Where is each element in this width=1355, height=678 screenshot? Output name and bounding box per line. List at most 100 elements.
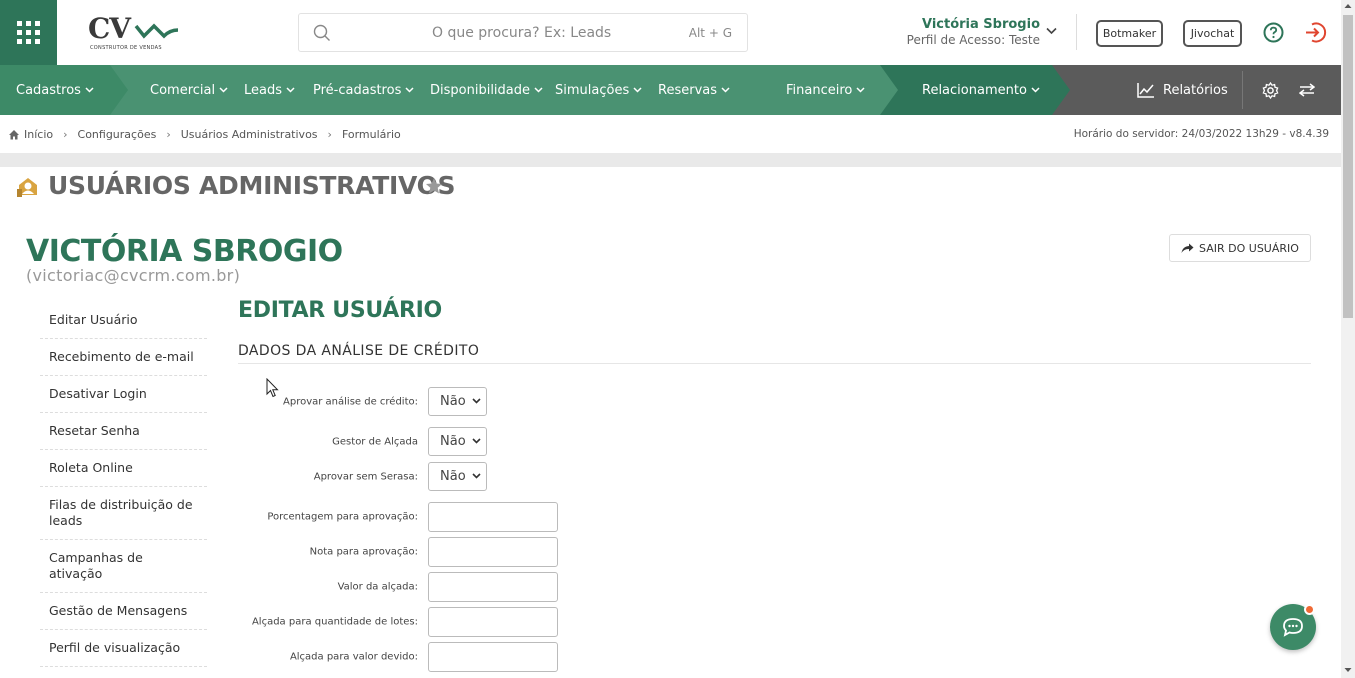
field-aprovar-analise: Aprovar análise de crédito: Não — [238, 387, 638, 417]
field-label: Porcentagem para aprovação: — [267, 511, 418, 523]
header-divider — [1076, 14, 1077, 50]
chat-notification-dot — [1304, 604, 1315, 615]
breadcrumb-inicio[interactable]: Início — [24, 128, 53, 141]
side-item-gestao-mensagens[interactable]: Gestão de Mensagens — [40, 593, 207, 630]
page-title: USUÁRIOS ADMINISTRATIVOS — [48, 171, 456, 200]
user-admin-icon — [17, 178, 37, 197]
top-header: CV CONSTRUTOR DE VENDAS O que procura? E… — [0, 0, 1341, 65]
chevron-down-icon — [85, 87, 94, 93]
logo-wave-icon — [134, 23, 179, 39]
chevron-down-icon — [721, 87, 730, 93]
botmaker-button[interactable]: Botmaker — [1096, 20, 1163, 47]
user-profile: Perfil de Acesso: Teste — [906, 33, 1040, 47]
nav-disponibilidade[interactable]: Disponibilidade — [430, 65, 543, 115]
nav-relatorios[interactable]: Relatórios — [1137, 65, 1228, 115]
section-title: DADOS DA ANÁLISE DE CRÉDITO — [238, 343, 480, 359]
side-item-campanhas-ativacao[interactable]: Campanhas de ativação — [40, 540, 207, 593]
user-menu[interactable]: Victória Sbrogio Perfil de Acesso: Teste — [890, 16, 1040, 48]
chevron-down-icon[interactable] — [1046, 27, 1057, 35]
server-time: Horário do servidor: 24/03/2022 13h29 - … — [1073, 128, 1329, 140]
field-label: Alçada para valor devido: — [289, 651, 418, 663]
nav-pre-cadastros[interactable]: Pré-cadastros — [313, 65, 414, 115]
switch-button[interactable] — [1299, 65, 1315, 115]
side-item-desativar-login[interactable]: Desativar Login — [40, 376, 207, 413]
field-gestor-alcada: Gestor de Alçada Não — [238, 427, 638, 457]
chart-line-icon — [1137, 83, 1154, 98]
logo-subtitle: CONSTRUTOR DE VENDAS — [90, 45, 162, 51]
side-item-associar-situacoes[interactable]: Associar situações de — [40, 667, 207, 678]
chevron-down-icon — [1031, 87, 1040, 93]
field-label: Alçada para quantidade de lotes: — [251, 616, 418, 628]
breadcrumb-formulario: Formulário — [341, 128, 401, 141]
apps-menu-button[interactable] — [0, 0, 57, 65]
field-label: Nota para aprovação: — [309, 546, 418, 558]
scroll-up-icon[interactable] — [1344, 3, 1352, 9]
chat-icon — [1283, 618, 1303, 637]
alcada-valor-devido-input[interactable] — [428, 642, 558, 672]
search-placeholder: O que procura? Ex: Leads — [432, 25, 612, 41]
field-label: Aprovar análise de crédito: — [283, 396, 418, 408]
cv-logo[interactable]: CV CONSTRUTOR DE VENDAS — [88, 12, 183, 54]
settings-button[interactable] — [1262, 65, 1279, 115]
nav-comercial[interactable]: Comercial — [150, 65, 228, 115]
nav-financeiro[interactable]: Financeiro — [786, 65, 865, 115]
side-menu: Editar Usuário Recebimento de e-mail Des… — [40, 302, 207, 678]
gear-icon — [1262, 81, 1279, 99]
nav-reservas[interactable]: Reservas — [658, 65, 730, 115]
nav-relacionamento[interactable]: Relacionamento — [922, 65, 1040, 115]
side-item-editar-usuario[interactable]: Editar Usuário — [40, 302, 207, 339]
field-label: Aprovar sem Serasa: — [313, 471, 418, 483]
header-separator — [0, 153, 1341, 167]
chevron-down-icon — [472, 438, 481, 444]
side-item-filas-distribuicao[interactable]: Filas de distribuição de leads — [40, 487, 207, 540]
logout-icon[interactable] — [1304, 21, 1327, 44]
valor-alcada-input[interactable] — [428, 572, 558, 602]
mouse-cursor-icon — [266, 378, 279, 398]
chevron-down-icon — [534, 87, 543, 93]
field-alcada-qtd-lotes: Alçada para quantidade de lotes: — [238, 607, 638, 637]
help-icon[interactable] — [1263, 22, 1284, 43]
chevron-down-icon — [405, 87, 414, 93]
global-search[interactable]: O que procura? Ex: Leads Alt + G — [298, 13, 748, 52]
search-icon — [313, 24, 330, 41]
chevron-down-icon — [472, 398, 481, 404]
page-scrollbar[interactable] — [1341, 0, 1355, 678]
nav-leads[interactable]: Leads — [244, 65, 295, 115]
scroll-down-icon[interactable] — [1344, 667, 1352, 673]
breadcrumb-configuracoes[interactable]: Configurações — [78, 128, 157, 141]
user-email: (victoriac@cvcrm.com.br) — [26, 266, 241, 285]
field-aprovar-sem-serasa: Aprovar sem Serasa: Não — [238, 462, 638, 492]
scrollbar-thumb[interactable] — [1343, 15, 1353, 318]
user-title: VICTÓRIA SBROGIO — [26, 234, 343, 269]
chevron-down-icon — [472, 473, 481, 479]
side-item-roleta-online[interactable]: Roleta Online — [40, 450, 207, 487]
field-porcentagem-aprovacao: Porcentagem para aprovação: — [238, 502, 638, 532]
alcada-qtd-lotes-input[interactable] — [428, 607, 558, 637]
main-nav: Cadastros Comercial Leads Pré-cadastros … — [0, 65, 1341, 115]
share-arrow-icon — [1181, 243, 1194, 253]
breadcrumb-usuarios[interactable]: Usuários Administrativos — [181, 128, 318, 141]
porcentagem-aprovacao-input[interactable] — [428, 502, 558, 532]
chevron-down-icon — [219, 87, 228, 93]
side-item-perfil-visualizacao[interactable]: Perfil de visualização — [40, 630, 207, 667]
side-item-recebimento-email[interactable]: Recebimento de e-mail — [40, 339, 207, 376]
nota-aprovacao-input[interactable] — [428, 537, 558, 567]
home-icon — [9, 130, 19, 140]
chevron-down-icon — [286, 87, 295, 93]
section-divider — [238, 363, 1311, 364]
aprovar-analise-select[interactable]: Não — [428, 387, 487, 416]
logo-text: CV — [88, 12, 131, 45]
aprovar-sem-serasa-select[interactable]: Não — [428, 462, 487, 491]
side-item-resetar-senha[interactable]: Resetar Senha — [40, 413, 207, 450]
nav-simulacoes[interactable]: Simulações — [555, 65, 642, 115]
field-valor-alcada: Valor da alçada: — [238, 572, 638, 602]
chevron-down-icon — [633, 87, 642, 93]
star-icon[interactable] — [425, 177, 443, 195]
swap-arrows-icon — [1299, 83, 1315, 97]
exit-user-button[interactable]: SAIR DO USUÁRIO — [1169, 234, 1311, 262]
nav-cadastros[interactable]: Cadastros — [16, 65, 94, 115]
search-shortcut: Alt + G — [688, 26, 732, 40]
gestor-alcada-select[interactable]: Não — [428, 427, 487, 456]
field-label: Gestor de Alçada — [332, 436, 418, 448]
jivochat-button[interactable]: Jivochat — [1183, 20, 1242, 47]
